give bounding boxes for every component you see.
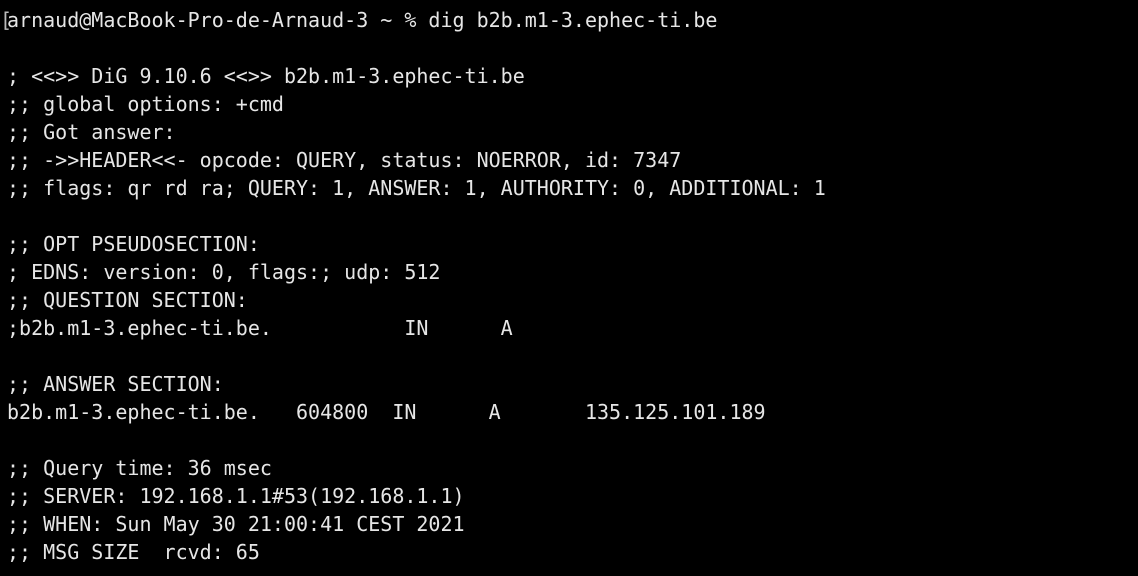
- output-line-query-time: ;; Query time: 36 msec: [7, 456, 272, 480]
- output-line-dig-banner: ; <<>> DiG 9.10.6 <<>> b2b.m1-3.ephec-ti…: [7, 64, 525, 88]
- output-line-when: ;; WHEN: Sun May 30 21:00:41 CEST 2021: [7, 512, 465, 536]
- output-line-opt-pseudosection: ;; OPT PSEUDOSECTION:: [7, 232, 260, 256]
- output-line-question-section: ;; QUESTION SECTION:: [7, 288, 248, 312]
- output-line-got-answer: ;; Got answer:: [7, 120, 176, 144]
- command-prompt-line: [arnaud@MacBook-Pro-de-Arnaud-3 ~ % dig …: [0, 6, 1138, 34]
- prompt-marker: [: [0, 8, 13, 32]
- output-line-answer-record: b2b.m1-3.ephec-ti.be. 604800 IN A 135.12…: [7, 400, 766, 424]
- command-prompt: arnaud@MacBook-Pro-de-Arnaud-3 ~ % dig b…: [7, 8, 718, 32]
- terminal-window[interactable]: [arnaud@MacBook-Pro-de-Arnaud-3 ~ % dig …: [0, 0, 1138, 576]
- output-line-question-record: ;b2b.m1-3.ephec-ti.be. IN A: [7, 316, 513, 340]
- output-line-header: ;; ->>HEADER<<- opcode: QUERY, status: N…: [7, 148, 682, 172]
- output-line-global-options: ;; global options: +cmd: [7, 92, 284, 116]
- output-line-flags: ;; flags: qr rd ra; QUERY: 1, ANSWER: 1,…: [7, 176, 826, 200]
- output-line-answer-section: ;; ANSWER SECTION:: [7, 372, 224, 396]
- output-line-msg-size: ;; MSG SIZE rcvd: 65: [7, 540, 260, 564]
- output-line-edns: ; EDNS: version: 0, flags:; udp: 512: [7, 260, 441, 284]
- output-line-server: ;; SERVER: 192.168.1.1#53(192.168.1.1): [7, 484, 465, 508]
